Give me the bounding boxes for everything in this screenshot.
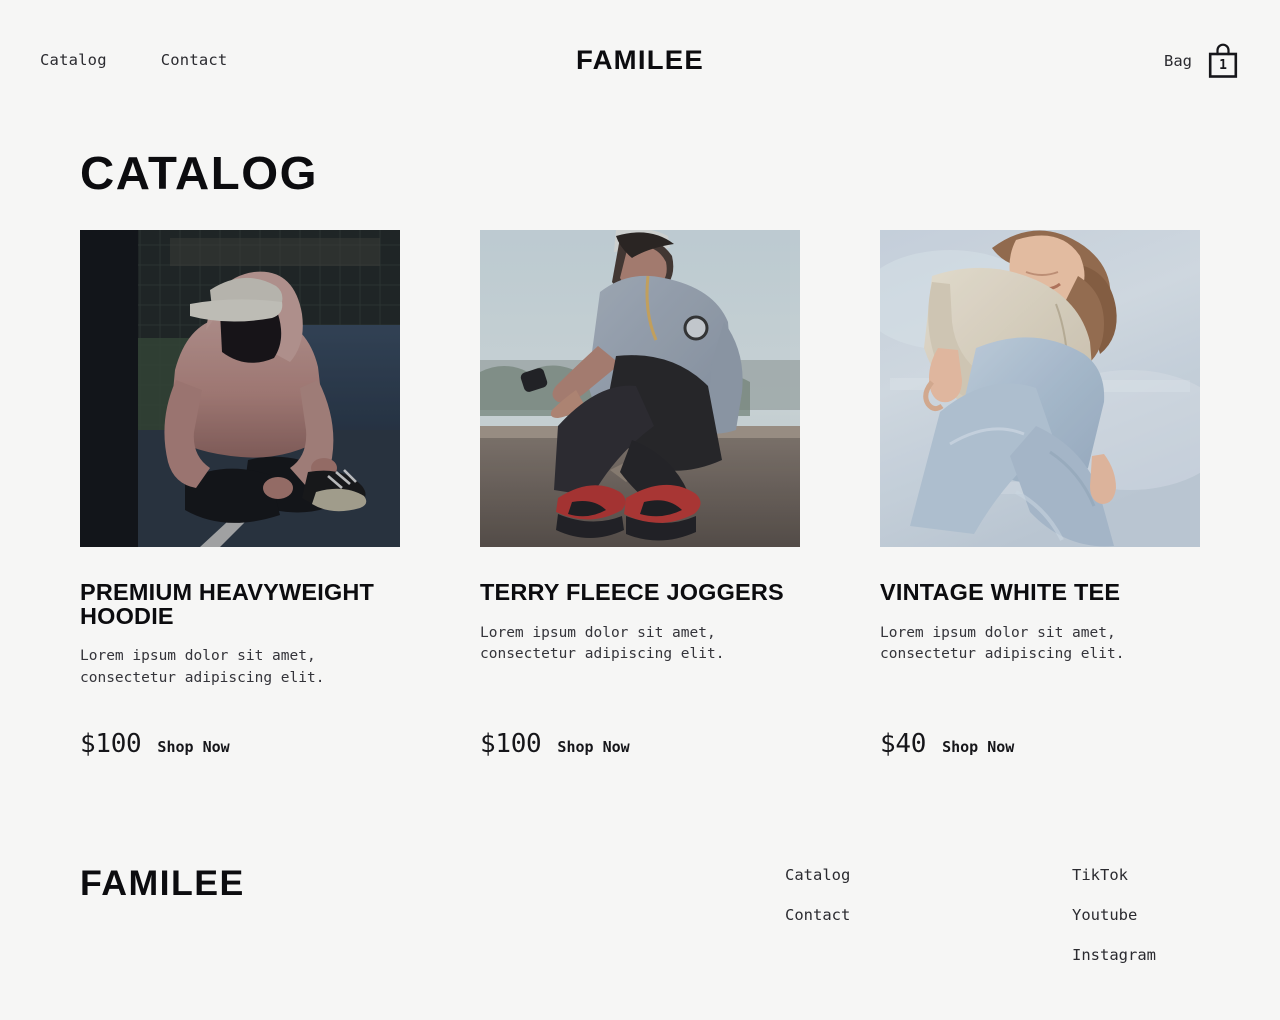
- brand-logo[interactable]: FAMILEE: [0, 45, 1280, 75]
- site-header: Catalog Contact FAMILEE Bag 1: [0, 0, 1280, 120]
- product-description: Lorem ipsum dolor sit amet, consectetur …: [880, 624, 1125, 663]
- product-grid: PREMIUM HEAVYWEIGHT HOODIE Lorem ipsum d…: [80, 230, 1200, 758]
- footer-link-youtube[interactable]: Youtube: [1072, 905, 1156, 926]
- shopping-bag-icon[interactable]: 1: [1206, 42, 1240, 80]
- shop-now-button[interactable]: Shop Now: [942, 737, 1014, 757]
- product-purchase-row: $40 Shop Now: [880, 730, 1014, 758]
- product-card: TERRY FLEECE JOGGERS Lorem ipsum dolor s…: [480, 230, 800, 758]
- shop-now-button[interactable]: Shop Now: [557, 737, 629, 757]
- site-footer: FAMILEE Catalog Contact TikTok Youtube I…: [0, 845, 1280, 1020]
- footer-social-column: TikTok Youtube Instagram: [1072, 865, 1156, 966]
- footer-brand-logo[interactable]: FAMILEE: [80, 864, 245, 904]
- page-title: CATALOG: [80, 147, 319, 199]
- bag-label: Bag: [1164, 52, 1192, 70]
- product-card: PREMIUM HEAVYWEIGHT HOODIE Lorem ipsum d…: [80, 230, 400, 758]
- shop-now-button[interactable]: Shop Now: [157, 737, 229, 757]
- footer-link-contact[interactable]: Contact: [785, 905, 850, 926]
- product-description: Lorem ipsum dolor sit amet, consectetur …: [480, 624, 725, 663]
- product-title: TERRY FLEECE JOGGERS: [480, 579, 784, 605]
- bag-count-badge: 1: [1219, 58, 1227, 73]
- product-price: $40: [880, 729, 927, 759]
- product-image-terry-fleece-joggers[interactable]: [480, 230, 800, 547]
- product-price: $100: [480, 729, 542, 759]
- footer-link-catalog[interactable]: Catalog: [785, 865, 850, 886]
- product-card: VINTAGE WHITE TEE Lorem ipsum dolor sit …: [880, 230, 1200, 758]
- product-price: $100: [80, 729, 142, 759]
- product-purchase-row: $100 Shop Now: [80, 730, 230, 758]
- product-title: VINTAGE WHITE TEE: [880, 579, 1121, 605]
- product-description: Lorem ipsum dolor sit amet, consectetur …: [80, 648, 325, 686]
- footer-link-instagram[interactable]: Instagram: [1072, 945, 1156, 966]
- footer-link-tiktok[interactable]: TikTok: [1072, 865, 1156, 886]
- product-purchase-row: $100 Shop Now: [480, 730, 630, 758]
- bag-area[interactable]: Bag 1: [1164, 42, 1240, 80]
- product-image-premium-heavyweight-hoodie[interactable]: [80, 230, 400, 547]
- footer-nav-column: Catalog Contact: [785, 865, 850, 926]
- product-title: PREMIUM HEAVYWEIGHT HOODIE: [80, 579, 375, 629]
- product-image-vintage-white-tee[interactable]: [880, 230, 1200, 547]
